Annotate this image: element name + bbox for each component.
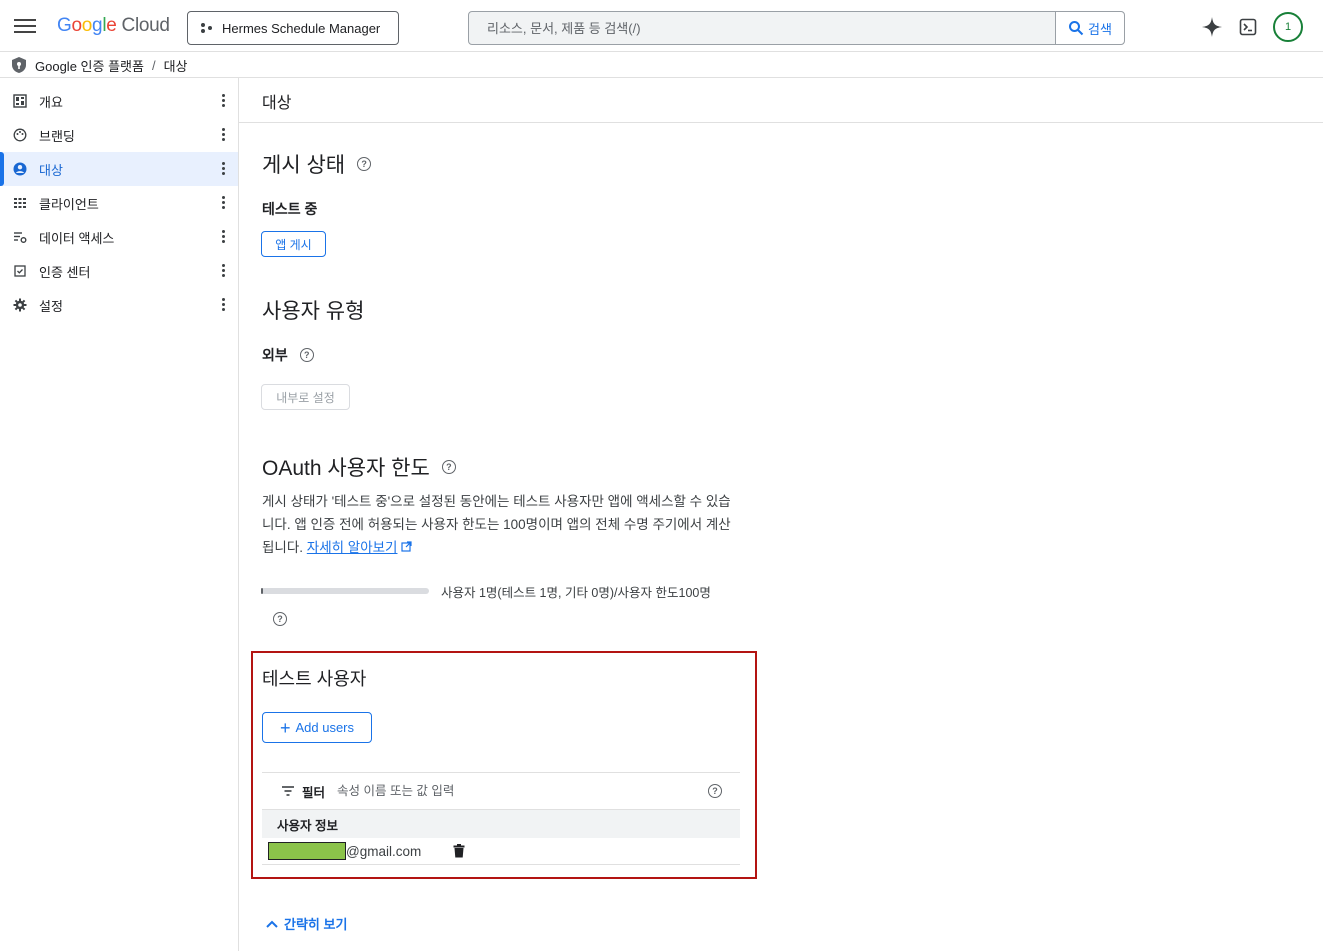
person-circle-icon	[13, 162, 27, 176]
sidebar-item-label: 대상	[39, 162, 63, 178]
learn-more-text: 자세히 알아보기	[306, 540, 398, 555]
help-icon[interactable]: ?	[708, 784, 722, 798]
search-button-label: 검색	[1088, 21, 1112, 37]
publish-status-value: 테스트 중	[262, 201, 318, 217]
cloud-shell-icon[interactable]	[1239, 18, 1257, 36]
top-actions: 1	[1201, 12, 1303, 42]
user-limit-progress-text: 사용자 1명(테스트 1명, 기타 0명)/사용자 한도100명	[441, 586, 711, 600]
grid-icon	[14, 198, 26, 208]
breadcrumb-current: 대상	[163, 58, 188, 74]
filter-icon	[282, 786, 294, 796]
google-cloud-logo[interactable]: Google Cloud	[57, 15, 170, 37]
top-bar: GoogleCloud Hermes Schedule Manager 검색 1	[0, 0, 1323, 52]
search-bar: 검색	[468, 11, 1125, 45]
search-icon	[1069, 21, 1084, 36]
account-avatar[interactable]: 1	[1273, 12, 1303, 42]
project-name: Hermes Schedule Manager	[222, 20, 381, 36]
more-vert-icon[interactable]	[222, 195, 226, 211]
more-vert-icon[interactable]	[222, 229, 226, 245]
search-input[interactable]	[469, 12, 1057, 44]
verified-icon	[14, 265, 26, 277]
data-settings-icon	[14, 232, 27, 243]
sidebar-item-overview[interactable]: 개요	[0, 84, 238, 118]
sidebar-item-verification-center[interactable]: 인증 센터	[0, 254, 238, 288]
filter-input[interactable]	[337, 784, 638, 798]
table-row: @gmail.com	[262, 838, 740, 865]
more-vert-icon[interactable]	[222, 297, 226, 313]
palette-icon	[13, 128, 27, 142]
project-selector-button[interactable]: Hermes Schedule Manager	[187, 11, 399, 45]
filter-bar: 필터 ?	[262, 772, 740, 810]
user-type-row: 외부 ?	[262, 345, 314, 365]
sidebar-divider	[238, 78, 239, 951]
test-users-heading: 테스트 사용자	[262, 669, 367, 689]
plus-icon: +	[279, 717, 291, 738]
user-email-suffix: @gmail.com	[346, 843, 422, 859]
breadcrumb: Google 인증 플랫폼 / 대상	[10, 54, 188, 76]
chevron-up-icon	[266, 920, 278, 928]
logo-cloud-text: Cloud	[121, 15, 170, 36]
more-vert-icon[interactable]	[222, 161, 226, 177]
sidebar-item-label: 개요	[39, 94, 63, 110]
search-button[interactable]: 검색	[1055, 12, 1124, 44]
show-less-label: 간략히 보기	[284, 917, 348, 932]
oauth-description: 게시 상태가 '테스트 중'으로 설정된 동안에는 테스트 사용자만 앱에 액세…	[262, 490, 742, 559]
filter-label: 필터	[302, 785, 326, 800]
redacted-email-block	[268, 842, 346, 860]
dashboard-icon	[13, 94, 27, 108]
sidebar: 개요 브랜딩 대상 클라이언트 데이터 액세스 인증 센터 설정	[0, 84, 238, 322]
sidebar-item-label: 브랜딩	[39, 128, 75, 144]
sidebar-item-label: 클라이언트	[39, 196, 99, 212]
user-limit-progress-bar	[261, 588, 429, 594]
oauth-limit-heading-text: OAuth 사용자 한도	[262, 457, 430, 480]
publish-app-button[interactable]: 앱 게시	[261, 231, 326, 257]
sidebar-item-branding[interactable]: 브랜딩	[0, 118, 238, 152]
sidebar-item-settings[interactable]: 설정	[0, 288, 238, 322]
sidebar-item-audience[interactable]: 대상	[0, 152, 238, 186]
delete-icon[interactable]	[453, 844, 465, 858]
add-users-label: Add users	[295, 720, 355, 735]
help-icon[interactable]: ?	[273, 612, 287, 626]
sidebar-item-clients[interactable]: 클라이언트	[0, 186, 238, 220]
project-icon	[200, 21, 214, 35]
column-header-user-info[interactable]: 사용자 정보	[262, 810, 740, 838]
publish-status-heading: 게시 상태 ?	[262, 149, 372, 179]
user-type-value: 외부	[262, 347, 288, 363]
sidebar-item-label: 인증 센터	[39, 264, 91, 280]
breadcrumb-divider	[0, 77, 1323, 78]
user-limit-progress-fill	[261, 588, 263, 594]
page-title: 대상	[262, 95, 292, 112]
oauth-limit-heading: OAuth 사용자 한도 ?	[262, 452, 456, 482]
breadcrumb-separator: /	[151, 57, 156, 73]
learn-more-link[interactable]: 자세히 알아보기	[307, 540, 398, 555]
help-icon[interactable]: ?	[357, 157, 372, 171]
sidebar-item-label: 설정	[39, 298, 63, 314]
user-type-heading-text: 사용자 유형	[262, 300, 365, 323]
sidebar-item-data-access[interactable]: 데이터 액세스	[0, 220, 238, 254]
help-icon[interactable]: ?	[441, 460, 456, 474]
breadcrumb-root[interactable]: Google 인증 플랫폼	[35, 56, 144, 75]
show-less-button[interactable]: 간략히 보기	[266, 914, 347, 933]
add-users-button[interactable]: + Add users	[262, 712, 372, 743]
menu-icon[interactable]	[14, 16, 36, 36]
help-icon[interactable]: ?	[299, 348, 314, 362]
more-vert-icon[interactable]	[222, 127, 226, 143]
gemini-sparkle-icon[interactable]	[1201, 16, 1223, 38]
shield-lock-icon	[12, 57, 26, 73]
test-users-section: 테스트 사용자 + Add users 필터 ? 사용자 정보 @gmail.c…	[251, 651, 757, 879]
more-vert-icon[interactable]	[222, 263, 226, 279]
gear-icon	[13, 298, 27, 312]
more-vert-icon[interactable]	[222, 93, 226, 109]
user-type-heading: 사용자 유형	[262, 295, 364, 325]
make-internal-button: 내부로 설정	[261, 384, 350, 410]
title-divider	[239, 122, 1323, 123]
sidebar-item-label: 데이터 액세스	[39, 230, 115, 246]
publish-status-heading-text: 게시 상태	[262, 154, 346, 177]
external-link-icon	[401, 541, 412, 552]
